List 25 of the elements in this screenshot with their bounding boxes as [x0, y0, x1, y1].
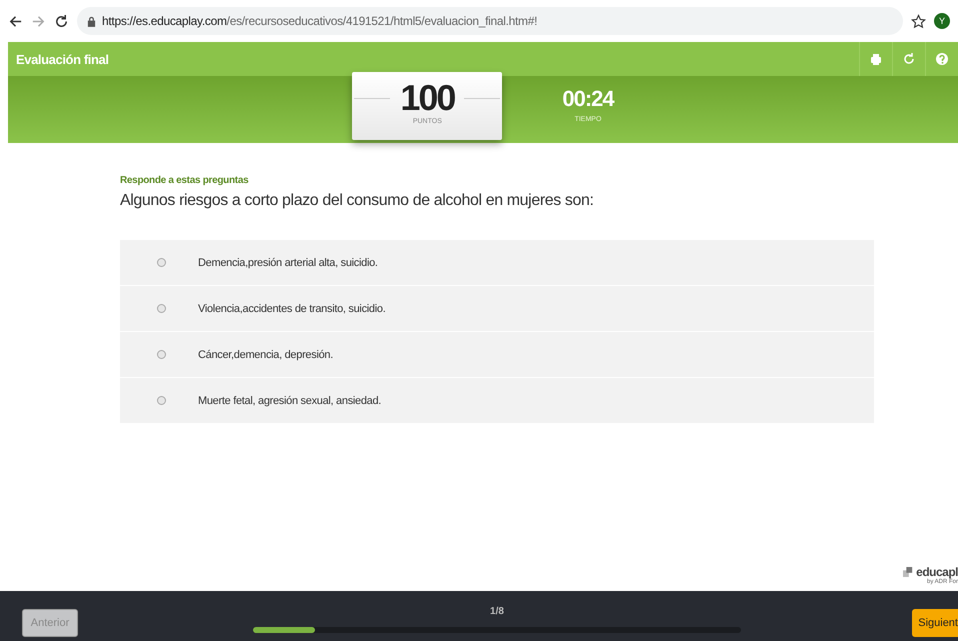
brand-name: educapl: [916, 565, 958, 579]
lock-icon: [87, 16, 96, 26]
star-icon[interactable]: [911, 14, 926, 28]
answer-option[interactable]: Muerte fetal, agresión sexual, ansiedad.: [120, 378, 874, 423]
question-text: Algunos riesgos a corto plazo del consumo de alcohol en mujeres son:: [120, 192, 594, 210]
radio-button[interactable]: [157, 396, 166, 405]
radio-button[interactable]: [157, 304, 166, 313]
answer-option[interactable]: Violencia,accidentes de transito, suicidio.: [120, 286, 874, 331]
logo-icon: [903, 567, 914, 577]
radio-button[interactable]: [157, 350, 166, 359]
back-icon[interactable]: [8, 14, 23, 28]
answer-option[interactable]: Demencia,presión arterial alta, suicidio.: [120, 240, 874, 285]
answer-option[interactable]: Cáncer,demencia, depresión.: [120, 332, 874, 377]
activity-title: Evaluación final: [15, 52, 109, 66]
address-bar[interactable]: https://es.educaplay.com/es/recursoseducativos/4191521/html5/evaluacion_final.htm#!: [77, 7, 903, 35]
question-counter: 1/8: [490, 606, 504, 616]
url-text: https://es.educaplay.com/es/recursoseducativos/4191521/html5/evaluacion_final.htm#!: [102, 14, 538, 28]
radio-button[interactable]: [157, 258, 166, 267]
forward-icon[interactable]: [31, 14, 46, 28]
instruction-text: Responde a estas preguntas: [120, 175, 248, 186]
next-button[interactable]: Siguient: [912, 609, 958, 637]
reload-icon[interactable]: [54, 14, 69, 28]
timer-value: 00:24: [562, 86, 614, 112]
score-value: 100: [400, 78, 454, 118]
profile-avatar[interactable]: Y: [934, 13, 950, 29]
